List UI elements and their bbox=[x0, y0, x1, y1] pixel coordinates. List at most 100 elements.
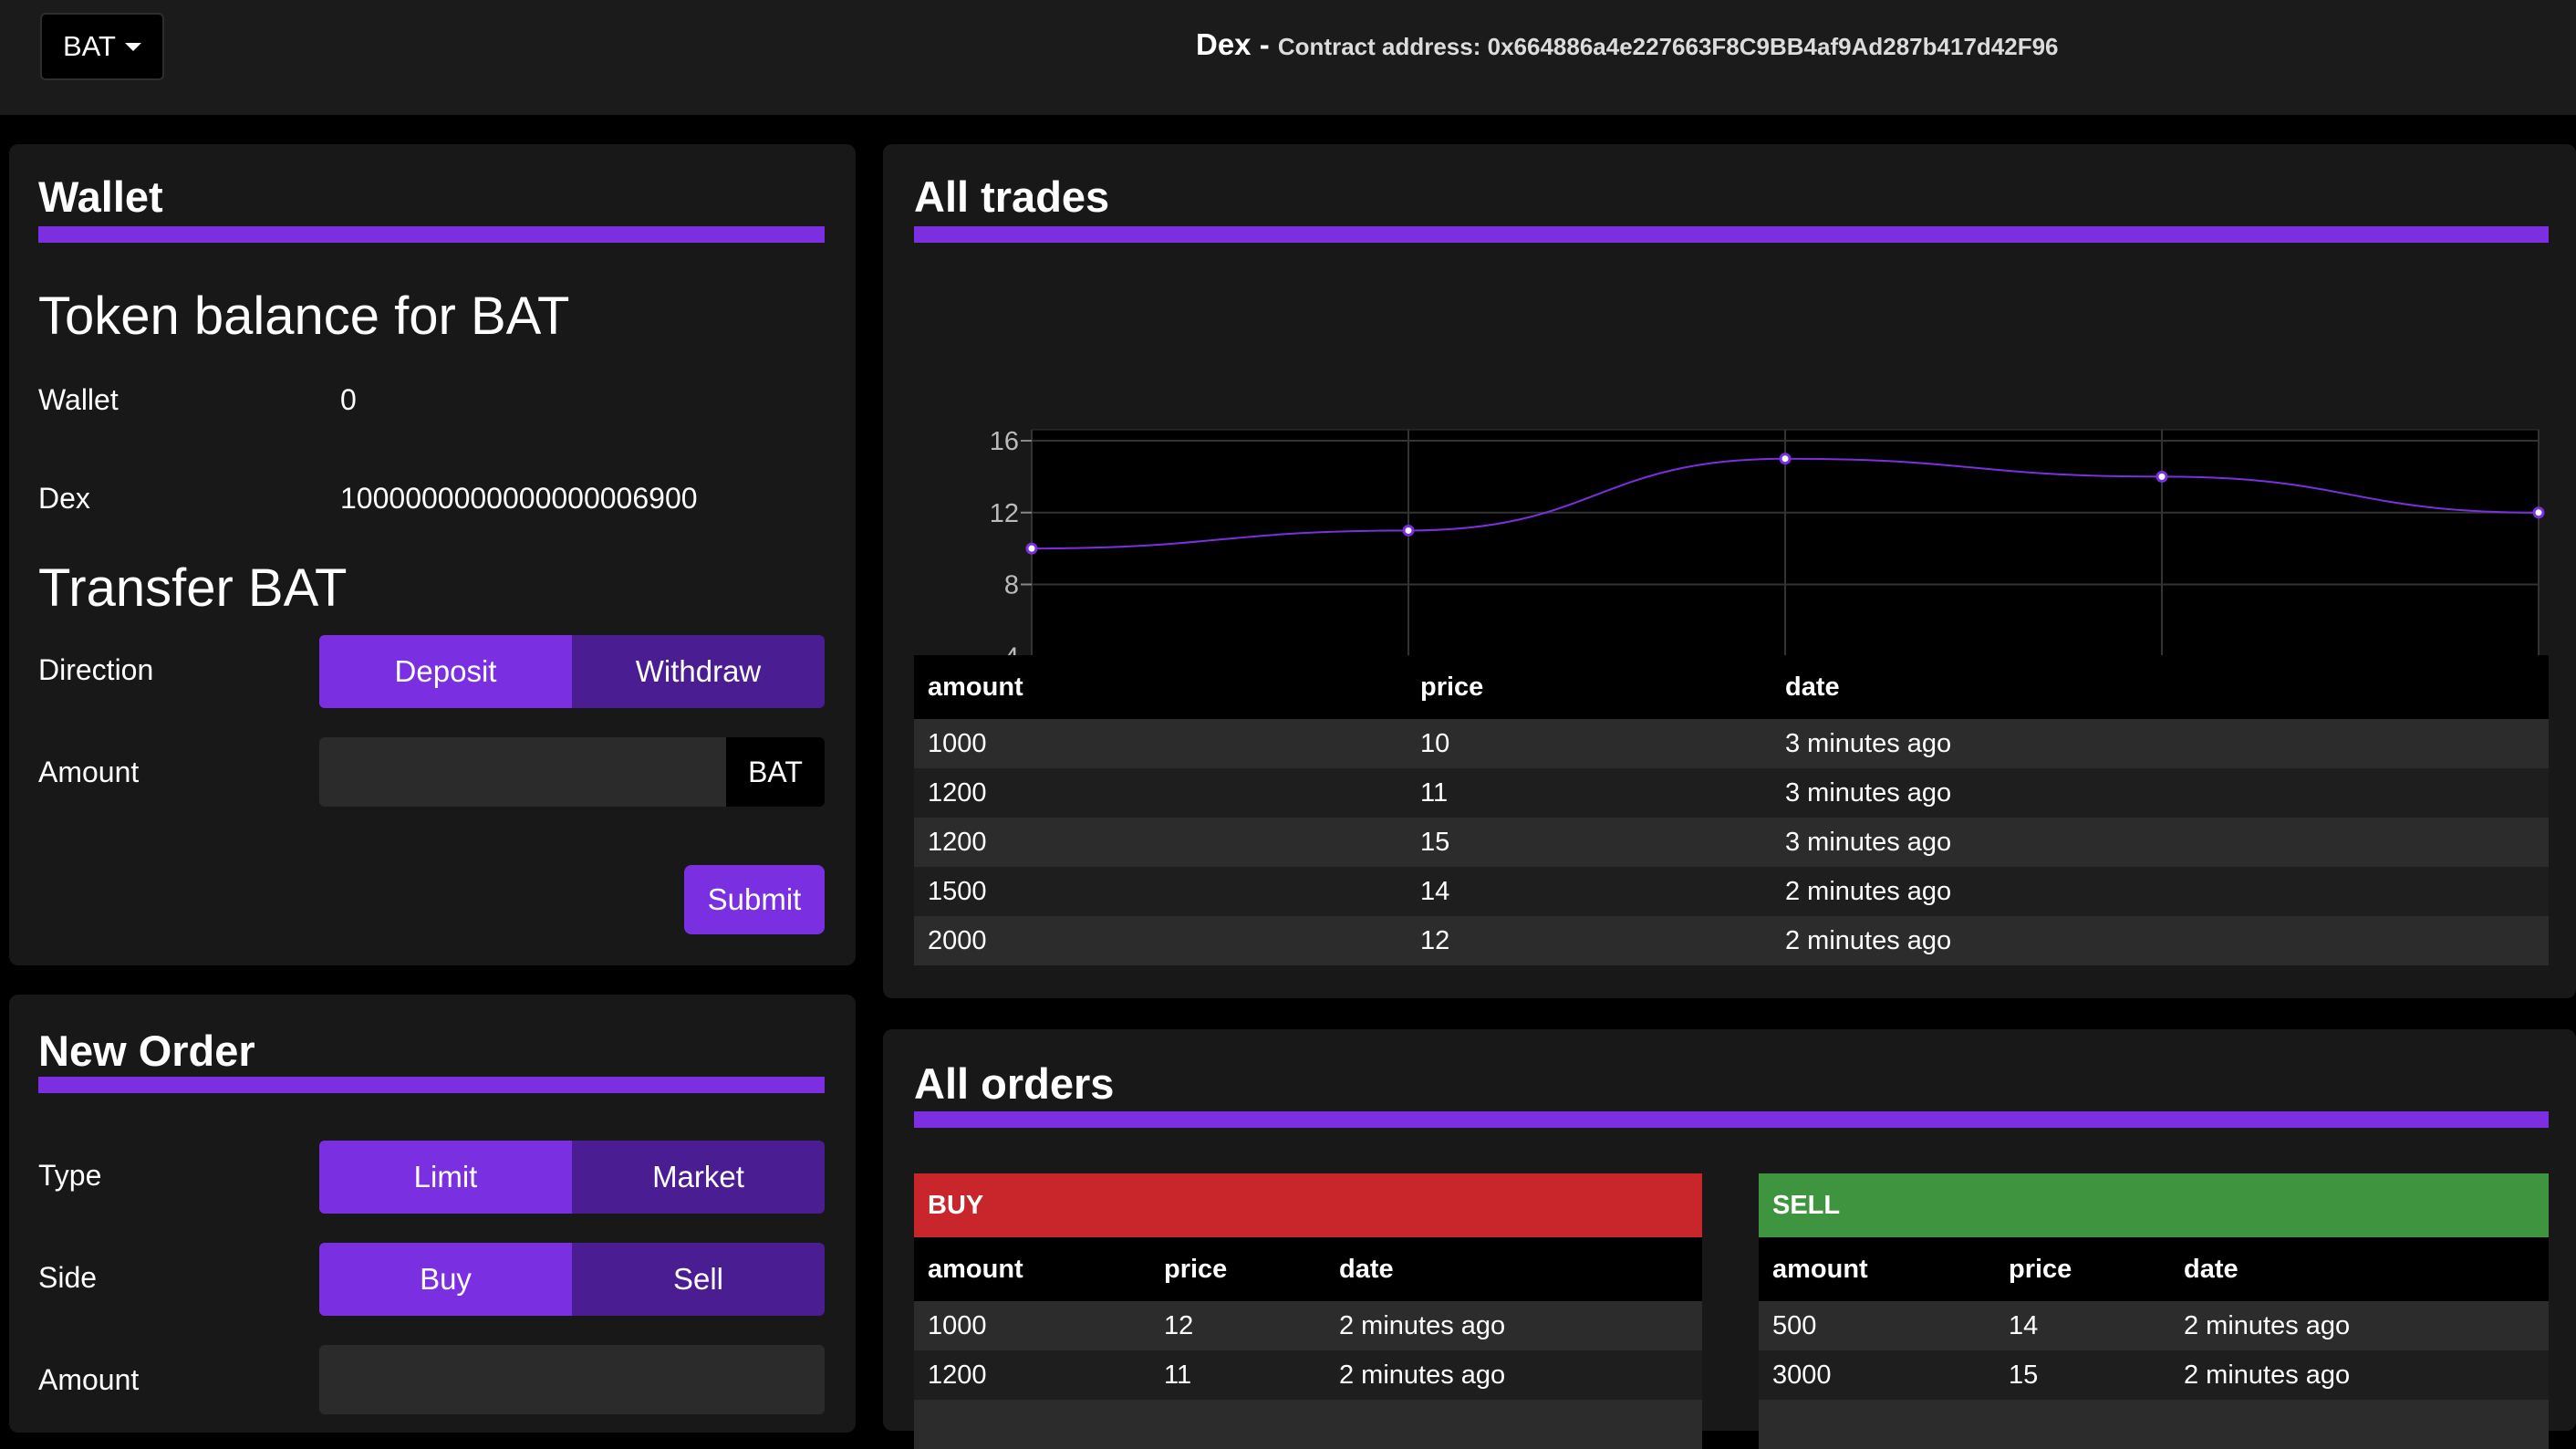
page-title: Dex - Contract address: 0x664886a4e22766… bbox=[1196, 27, 2059, 62]
table-row: 500 14 2 minutes ago bbox=[1759, 1301, 2549, 1350]
trade-price: 14 bbox=[1420, 876, 1450, 906]
trades-table: amount price date 1000 10 3 minutes ago … bbox=[914, 655, 2549, 965]
trades-table-header: amount price date bbox=[914, 655, 2549, 719]
column-header-amount: amount bbox=[1772, 1254, 1868, 1284]
column-header-date: date bbox=[2184, 1254, 2238, 1284]
order-amount-label: Amount bbox=[38, 1363, 140, 1396]
trade-date: 3 minutes ago bbox=[1785, 728, 1952, 758]
all-trades-heading-bar bbox=[914, 226, 2549, 243]
table-row: 3000 15 2 minutes ago bbox=[1759, 1350, 2549, 1400]
order-amount-input[interactable] bbox=[319, 1345, 825, 1414]
buy-orders-title: BUY bbox=[914, 1173, 1702, 1237]
table-row: 1200 11 2 minutes ago bbox=[914, 1350, 1702, 1400]
sell-button[interactable]: Sell bbox=[572, 1243, 825, 1316]
direction-label: Direction bbox=[38, 653, 154, 686]
trade-price: 12 bbox=[1420, 925, 1450, 955]
order-date: 2 minutes ago bbox=[2184, 1360, 2351, 1390]
column-header-date: date bbox=[1785, 672, 1840, 702]
trade-amount: 1500 bbox=[928, 876, 987, 906]
column-header-price: price bbox=[2009, 1254, 2072, 1284]
order-date: 2 minutes ago bbox=[1339, 1360, 1506, 1390]
sell-orders-title: SELL bbox=[1759, 1173, 2549, 1237]
buy-table-header: amount price date bbox=[914, 1237, 1702, 1301]
trade-amount: 1200 bbox=[928, 777, 987, 808]
contract-address: 0x664886a4e227663F8C9BB4af9Ad287b417d42F… bbox=[1487, 33, 2059, 60]
order-type-toggle: Limit Market bbox=[319, 1141, 825, 1214]
type-label: Type bbox=[38, 1159, 102, 1192]
chart-data-point bbox=[2155, 470, 2168, 483]
order-price: 14 bbox=[2009, 1310, 2039, 1340]
transfer-amount-input[interactable] bbox=[319, 737, 737, 807]
chart-data-point bbox=[1025, 542, 1038, 555]
order-price: 15 bbox=[2009, 1360, 2039, 1390]
limit-button[interactable]: Limit bbox=[319, 1141, 572, 1214]
dex-balance-value: 1000000000000000006900 bbox=[340, 482, 698, 515]
all-trades-card: All trades 0481216 10:30:3210:30:3310:30… bbox=[883, 144, 2576, 998]
chart-data-point bbox=[1779, 453, 1792, 465]
trade-date: 3 minutes ago bbox=[1785, 827, 1952, 857]
withdraw-button[interactable]: Withdraw bbox=[572, 635, 825, 708]
caret-down-icon bbox=[125, 42, 141, 51]
order-price: 12 bbox=[1164, 1310, 1194, 1340]
contract-label: Contract address: bbox=[1277, 33, 1488, 60]
sell-table-header: amount price date bbox=[1759, 1237, 2549, 1301]
token-balance-title: Token balance for BAT bbox=[38, 287, 570, 346]
transfer-unit-addon: BAT bbox=[726, 737, 825, 807]
order-amount: 500 bbox=[1772, 1310, 1817, 1340]
order-amount: 1000 bbox=[928, 1310, 987, 1340]
chart-y-tick-label: 8 bbox=[1004, 571, 1019, 600]
trade-amount: 2000 bbox=[928, 925, 987, 955]
deposit-button[interactable]: Deposit bbox=[319, 635, 572, 708]
new-order-card: New Order Type Limit Market Side Buy Sel… bbox=[9, 995, 856, 1433]
side-label: Side bbox=[38, 1261, 98, 1294]
trade-date: 2 minutes ago bbox=[1785, 925, 1952, 955]
column-header-amount: amount bbox=[928, 1254, 1023, 1284]
table-row bbox=[914, 1400, 1702, 1449]
transfer-amount-label: Amount bbox=[38, 756, 140, 788]
trade-amount: 1200 bbox=[928, 827, 987, 857]
table-row: 1200 15 3 minutes ago bbox=[914, 818, 2549, 867]
wallet-heading: Wallet bbox=[38, 172, 163, 221]
trade-price: 15 bbox=[1420, 827, 1450, 857]
order-date: 2 minutes ago bbox=[1339, 1310, 1506, 1340]
chart-y-tick-label: 12 bbox=[990, 499, 1019, 528]
wallet-balance-value: 0 bbox=[340, 383, 357, 416]
trade-date: 2 minutes ago bbox=[1785, 876, 1952, 906]
column-header-date: date bbox=[1339, 1254, 1394, 1284]
column-header-price: price bbox=[1420, 672, 1484, 702]
table-row bbox=[1759, 1400, 2549, 1449]
buy-button[interactable]: Buy bbox=[319, 1243, 572, 1316]
trade-date: 3 minutes ago bbox=[1785, 777, 1952, 808]
chart-data-point bbox=[1402, 524, 1415, 537]
table-row: 1200 11 3 minutes ago bbox=[914, 768, 2549, 818]
title-separator: - bbox=[1251, 27, 1278, 61]
order-side-toggle: Buy Sell bbox=[319, 1243, 825, 1316]
chart-y-tick-label: 16 bbox=[990, 427, 1019, 456]
trade-amount: 1000 bbox=[928, 728, 987, 758]
token-selector-button[interactable]: BAT bbox=[40, 13, 164, 80]
buy-orders-table: BUY amount price date 1000 12 2 minutes … bbox=[914, 1173, 1702, 1449]
submit-button[interactable]: Submit bbox=[684, 865, 825, 934]
app-title: Dex bbox=[1196, 27, 1252, 61]
order-date: 2 minutes ago bbox=[2184, 1310, 2351, 1340]
all-orders-card: All orders BUY amount price date 1000 12… bbox=[883, 1029, 2576, 1449]
all-orders-heading-bar bbox=[914, 1111, 2549, 1128]
trade-price: 10 bbox=[1420, 728, 1450, 758]
order-amount: 3000 bbox=[1772, 1360, 1832, 1390]
market-button[interactable]: Market bbox=[572, 1141, 825, 1214]
order-amount: 1200 bbox=[928, 1360, 987, 1390]
column-header-amount: amount bbox=[928, 672, 1023, 702]
sell-orders-table: SELL amount price date 500 14 2 minutes … bbox=[1759, 1173, 2549, 1449]
column-header-price: price bbox=[1164, 1254, 1228, 1284]
token-selector-label: BAT bbox=[63, 30, 116, 62]
wallet-card: Wallet Token balance for BAT Wallet 0 De… bbox=[9, 144, 856, 965]
direction-toggle: Deposit Withdraw bbox=[319, 635, 825, 708]
all-trades-heading: All trades bbox=[914, 172, 1110, 221]
top-bar: BAT Dex - Contract address: 0x664886a4e2… bbox=[0, 0, 2576, 115]
wallet-heading-bar bbox=[38, 226, 825, 243]
table-row: 1000 12 2 minutes ago bbox=[914, 1301, 1702, 1350]
table-row: 1000 10 3 minutes ago bbox=[914, 719, 2549, 768]
new-order-heading: New Order bbox=[38, 1027, 255, 1075]
order-price: 11 bbox=[1164, 1360, 1192, 1390]
transfer-title: Transfer BAT bbox=[38, 558, 348, 618]
